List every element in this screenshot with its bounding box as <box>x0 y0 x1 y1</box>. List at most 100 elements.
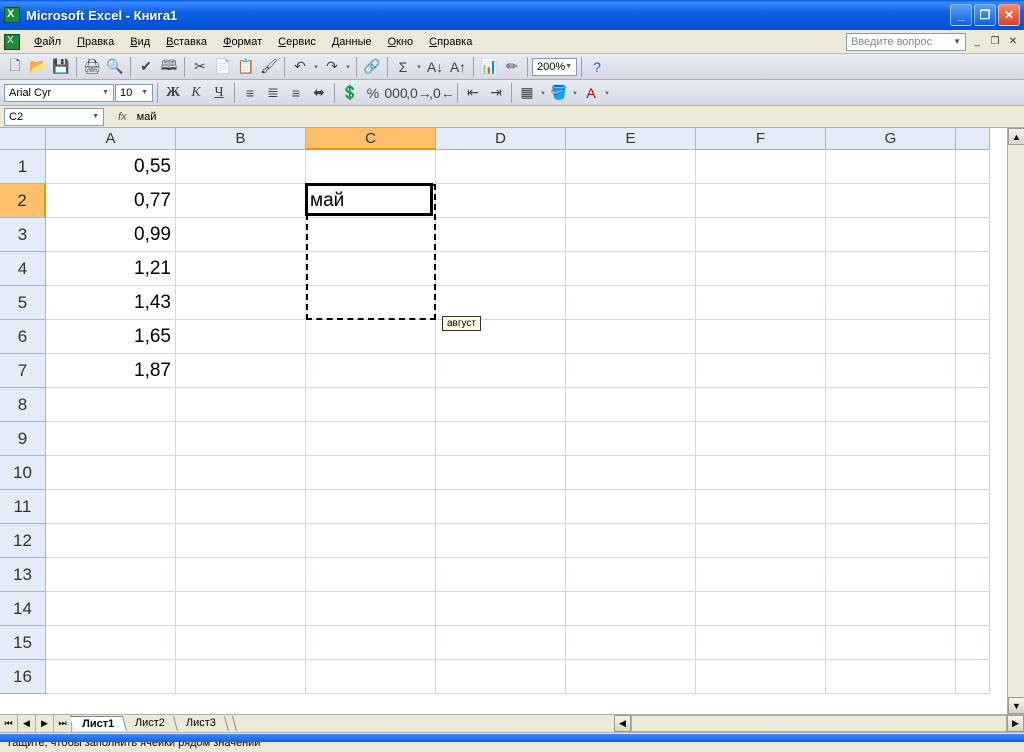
scroll-up-button[interactable]: ▲ <box>1008 128 1024 145</box>
row-header-12[interactable]: 12 <box>0 524 46 558</box>
cell[interactable] <box>956 252 990 286</box>
cell[interactable] <box>566 184 696 218</box>
tab-nav-next[interactable]: ▶ <box>36 715 54 733</box>
cell[interactable] <box>826 252 956 286</box>
cell[interactable] <box>436 456 566 490</box>
menu-вид[interactable]: Вид <box>122 33 158 51</box>
cell[interactable] <box>826 592 956 626</box>
font-size-combo[interactable]: 10 ▼ <box>115 84 153 102</box>
cell[interactable] <box>566 218 696 252</box>
cell[interactable] <box>956 660 990 694</box>
column-header-B[interactable]: B <box>176 128 306 150</box>
cell[interactable] <box>306 354 436 388</box>
help-button[interactable]: ? <box>586 56 608 78</box>
cell[interactable]: май <box>306 184 436 218</box>
cell[interactable] <box>306 558 436 592</box>
cell[interactable] <box>956 286 990 320</box>
drawing-button[interactable]: ✏ <box>501 56 523 78</box>
cell[interactable] <box>566 558 696 592</box>
zoom-combo[interactable]: 200% ▼ <box>532 58 577 76</box>
column-header-A[interactable]: A <box>46 128 176 150</box>
cell[interactable] <box>46 422 176 456</box>
sort-desc-button[interactable]: A↑ <box>447 56 469 78</box>
sheet-tab-Лист2[interactable]: Лист2 <box>123 716 178 731</box>
cell[interactable] <box>176 592 306 626</box>
cell[interactable]: 0,99 <box>46 218 176 252</box>
undo-button[interactable]: ↶ <box>289 56 311 78</box>
merge-center-button[interactable]: ⬌ <box>308 82 330 104</box>
chart-button[interactable]: 📊 <box>478 56 500 78</box>
row-header-5[interactable]: 5 <box>0 286 46 320</box>
cell[interactable] <box>436 218 566 252</box>
menu-вставка[interactable]: Вставка <box>158 33 215 51</box>
cell[interactable] <box>696 218 826 252</box>
cell[interactable] <box>696 286 826 320</box>
ask-question-box[interactable]: Введите вопрос ▼ <box>846 33 966 51</box>
cell[interactable] <box>306 626 436 660</box>
cell[interactable] <box>826 626 956 660</box>
sheet-tab-Лист3[interactable]: Лист3 <box>174 716 229 731</box>
menu-правка[interactable]: Правка <box>69 33 122 51</box>
cell[interactable] <box>566 150 696 184</box>
cell[interactable] <box>826 150 956 184</box>
scroll-left-button[interactable]: ◀ <box>614 715 631 732</box>
menu-файл[interactable]: Файл <box>26 33 69 51</box>
column-header-E[interactable]: E <box>566 128 696 150</box>
open-button[interactable]: 📂 <box>27 56 49 78</box>
column-header-G[interactable]: G <box>826 128 956 150</box>
cell[interactable] <box>826 490 956 524</box>
row-header-1[interactable]: 1 <box>0 150 46 184</box>
cell[interactable] <box>696 626 826 660</box>
cell[interactable] <box>46 592 176 626</box>
mdi-minimize-button[interactable]: _ <box>970 35 984 49</box>
sort-asc-button[interactable]: A↓ <box>424 56 446 78</box>
fill-color-button[interactable]: 🪣 <box>548 82 570 104</box>
cell[interactable] <box>956 558 990 592</box>
cell[interactable] <box>566 490 696 524</box>
cell[interactable] <box>176 660 306 694</box>
cell[interactable] <box>696 660 826 694</box>
cell[interactable] <box>306 388 436 422</box>
font-name-combo[interactable]: Arial Cyr ▼ <box>4 84 114 102</box>
menu-данные[interactable]: Данные <box>324 33 380 51</box>
cell[interactable] <box>566 354 696 388</box>
horizontal-scrollbar[interactable]: ◀ ▶ <box>614 715 1024 732</box>
row-header-10[interactable]: 10 <box>0 456 46 490</box>
cell[interactable]: 1,65 <box>46 320 176 354</box>
cell[interactable] <box>306 456 436 490</box>
cell[interactable]: 1,87 <box>46 354 176 388</box>
cell[interactable] <box>826 422 956 456</box>
print-preview-button[interactable]: 🔍 <box>104 56 126 78</box>
cell[interactable] <box>826 660 956 694</box>
cell[interactable] <box>696 320 826 354</box>
cell[interactable] <box>826 456 956 490</box>
cell[interactable] <box>306 660 436 694</box>
cell[interactable] <box>696 524 826 558</box>
mdi-close-button[interactable]: ✕ <box>1006 35 1020 49</box>
sheet-tab-Лист1[interactable]: Лист1 <box>70 716 127 731</box>
cell[interactable] <box>956 388 990 422</box>
cell[interactable]: 0,55 <box>46 150 176 184</box>
cell[interactable] <box>306 218 436 252</box>
row-header-2[interactable]: 2 <box>0 184 46 218</box>
cell[interactable] <box>306 490 436 524</box>
cell[interactable] <box>176 524 306 558</box>
save-button[interactable]: 💾 <box>50 56 72 78</box>
spellcheck-button[interactable]: ✔ <box>135 56 157 78</box>
cell[interactable] <box>436 524 566 558</box>
cell[interactable] <box>696 150 826 184</box>
cell[interactable] <box>956 422 990 456</box>
cell[interactable] <box>306 286 436 320</box>
redo-button[interactable]: ↷ <box>321 56 343 78</box>
cell[interactable] <box>306 592 436 626</box>
decrease-decimal-button[interactable]: ,0← <box>431 82 453 104</box>
close-button[interactable]: ✕ <box>998 4 1020 26</box>
font-color-button[interactable]: A <box>580 82 602 104</box>
cell[interactable] <box>46 558 176 592</box>
vertical-scrollbar[interactable]: ▲ ▼ <box>1007 128 1024 714</box>
row-header-4[interactable]: 4 <box>0 252 46 286</box>
cell[interactable] <box>436 354 566 388</box>
cell[interactable] <box>46 524 176 558</box>
maximize-button[interactable]: ❐ <box>974 4 996 26</box>
vscroll-track[interactable] <box>1008 145 1024 697</box>
